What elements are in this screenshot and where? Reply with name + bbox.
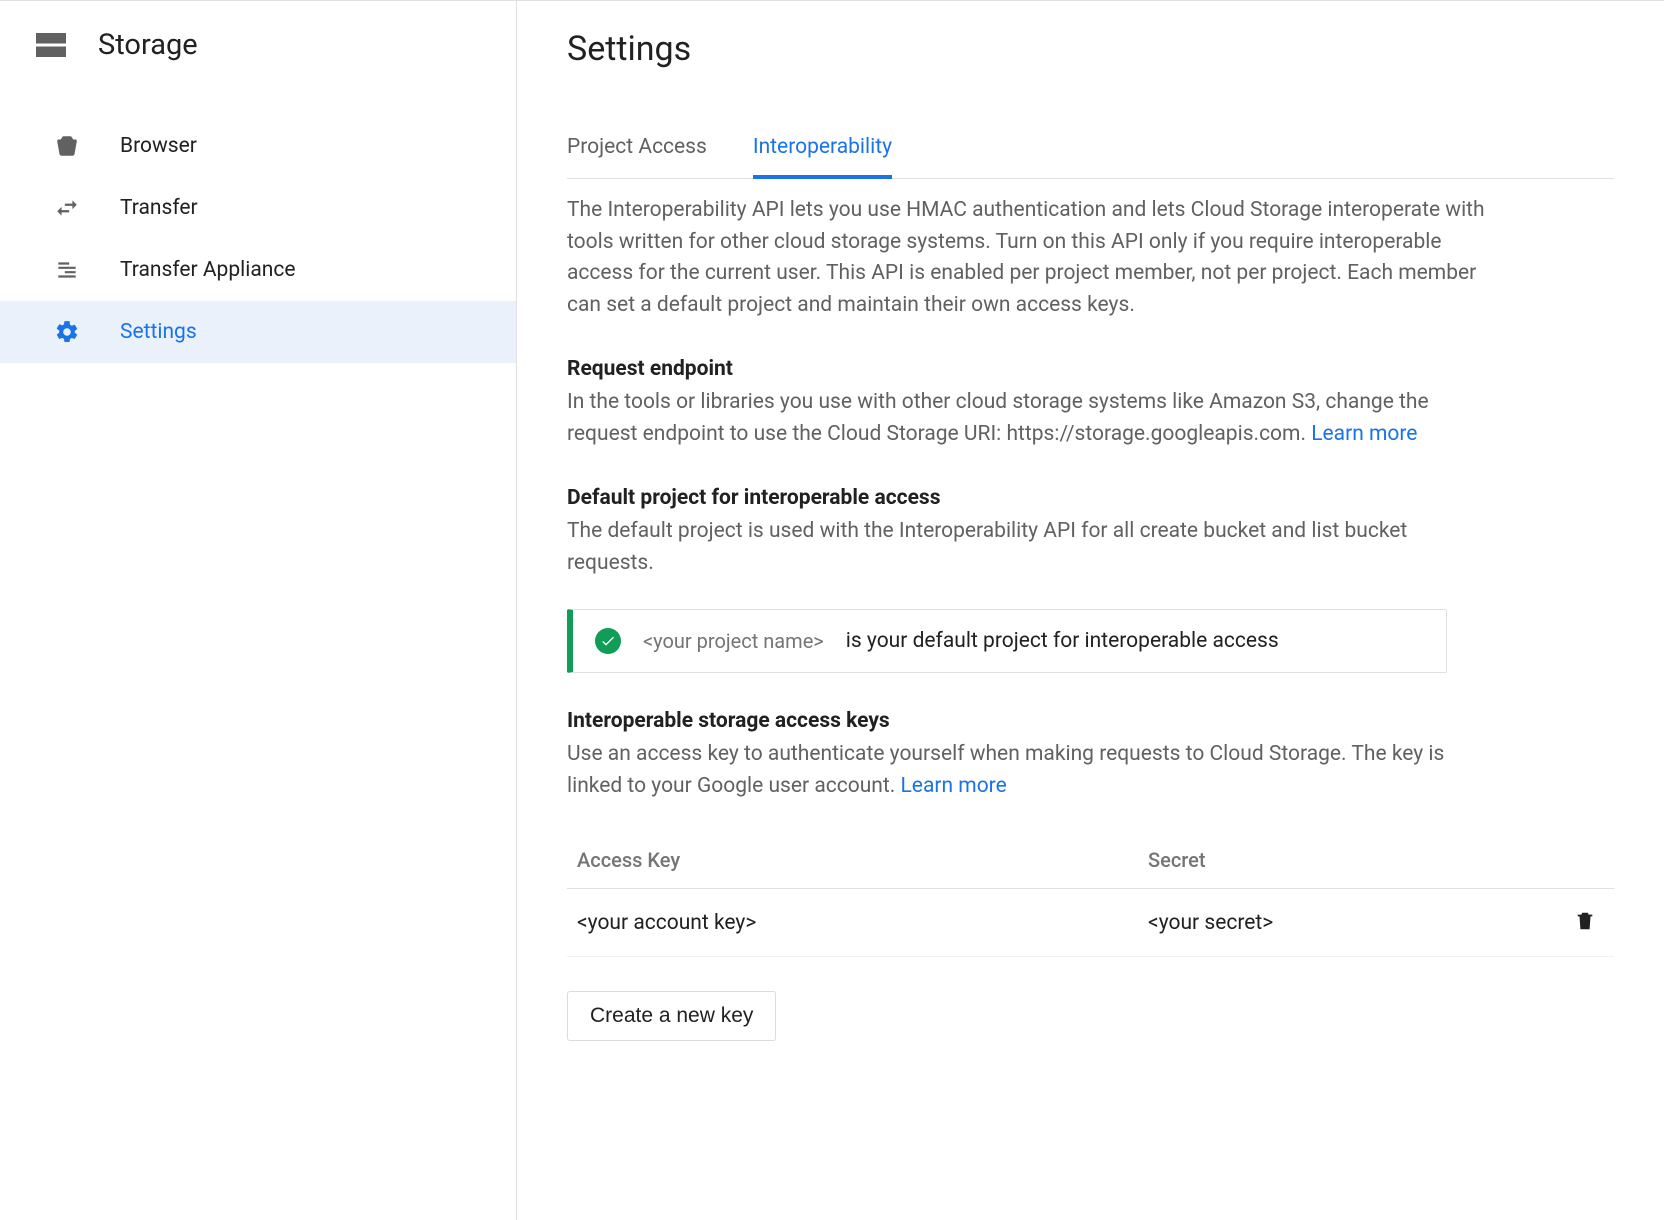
sidebar-header: Storage: [0, 1, 516, 97]
tab-interoperability[interactable]: Interoperability: [753, 125, 892, 179]
transfer-icon: [54, 195, 80, 221]
tab-project-access[interactable]: Project Access: [567, 125, 707, 179]
sidebar-item-label: Transfer Appliance: [120, 258, 296, 282]
main-content: Settings Project Access Interoperability…: [517, 1, 1664, 1220]
intro-text: The Interoperability API lets you use HM…: [567, 195, 1487, 321]
default-project-body: The default project is used with the Int…: [567, 516, 1487, 579]
status-project-name: <your project name>: [643, 629, 824, 653]
status-suffix: is your default project for interoperabl…: [846, 629, 1279, 653]
request-endpoint-heading: Request endpoint: [567, 357, 1614, 381]
access-keys-table: Access Key Secret <your account key> <yo…: [567, 832, 1614, 957]
bucket-icon: [54, 133, 80, 159]
request-endpoint-text: In the tools or libraries you use with o…: [567, 390, 1429, 446]
sidebar-item-label: Browser: [120, 134, 197, 158]
trash-icon: [1574, 909, 1596, 933]
delete-key-button[interactable]: [1570, 905, 1600, 940]
access-keys-heading: Interoperable storage access keys: [567, 709, 1614, 733]
column-access-key: Access Key: [567, 832, 1138, 889]
column-secret: Secret: [1138, 832, 1554, 889]
appliance-icon: [54, 257, 80, 283]
default-project-status: <your project name> is your default proj…: [567, 609, 1447, 673]
cell-access-key: <your account key>: [567, 889, 1138, 957]
sidebar-item-transfer-appliance[interactable]: Transfer Appliance: [0, 239, 516, 301]
gear-icon: [54, 319, 80, 345]
sidebar-item-settings[interactable]: Settings: [0, 301, 516, 363]
create-key-button[interactable]: Create a new key: [567, 991, 776, 1041]
cell-secret: <your secret>: [1138, 889, 1554, 957]
sidebar: Storage Browser Transfer Transfer Applia…: [0, 1, 517, 1220]
sidebar-nav: Browser Transfer Transfer Appliance Sett…: [0, 97, 516, 363]
sidebar-item-browser[interactable]: Browser: [0, 115, 516, 177]
sidebar-title: Storage: [98, 28, 198, 62]
table-row: <your account key> <your secret>: [567, 889, 1614, 957]
sidebar-item-transfer[interactable]: Transfer: [0, 177, 516, 239]
default-project-heading: Default project for interoperable access: [567, 486, 1614, 510]
access-keys-body: Use an access key to authenticate yourse…: [567, 739, 1487, 802]
tabs: Project Access Interoperability: [567, 125, 1614, 179]
access-keys-learn-more-link[interactable]: Learn more: [901, 774, 1007, 798]
sidebar-item-label: Transfer: [120, 196, 198, 220]
request-endpoint-learn-more-link[interactable]: Learn more: [1311, 422, 1417, 446]
request-endpoint-body: In the tools or libraries you use with o…: [567, 387, 1487, 450]
check-icon: [595, 628, 621, 654]
storage-icon: [30, 27, 72, 63]
page-title: Settings: [567, 29, 1614, 69]
sidebar-item-label: Settings: [120, 320, 197, 344]
